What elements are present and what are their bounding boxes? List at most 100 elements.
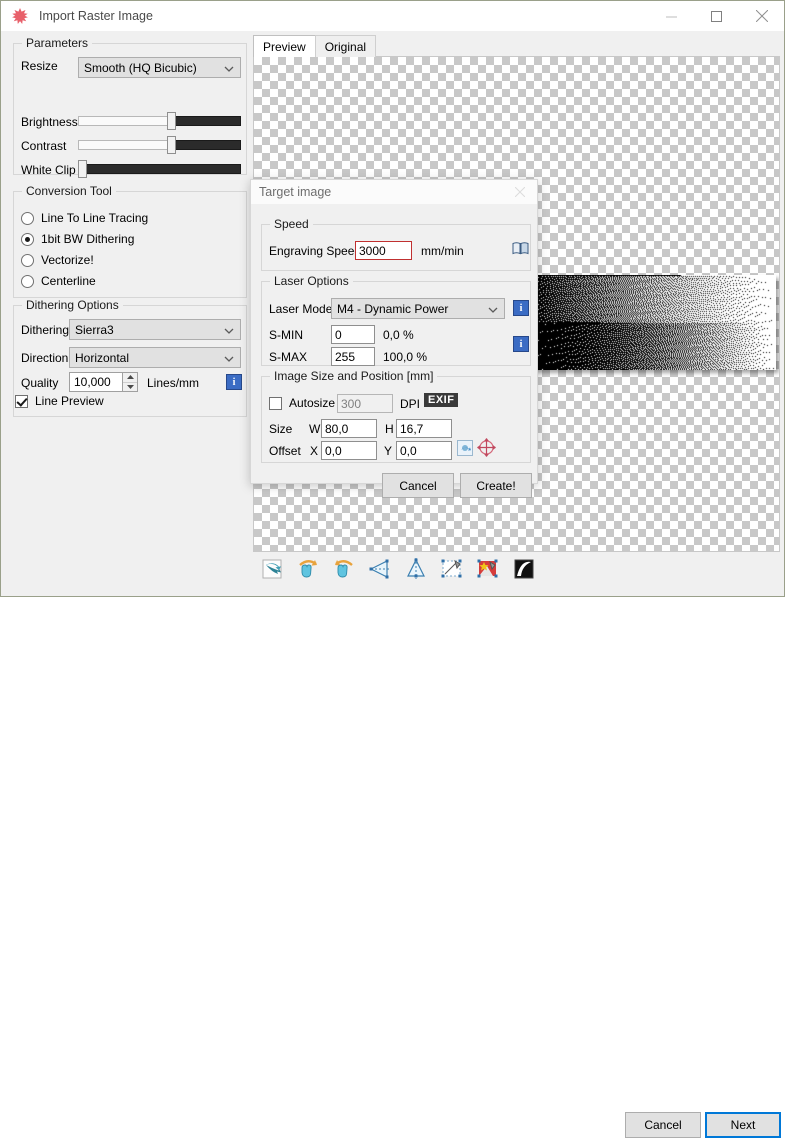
radio-centerline[interactable]: Centerline: [21, 274, 96, 288]
resize-label: Resize: [21, 59, 58, 73]
dialog-close-button[interactable]: [505, 182, 535, 202]
radio-vectorize[interactable]: Vectorize!: [21, 253, 94, 267]
checkbox-indicator: [15, 394, 28, 408]
radio-label: Line To Line Tracing: [41, 211, 149, 225]
brightness-track-right: [171, 116, 241, 126]
line-preview-checkbox[interactable]: Line Preview: [15, 394, 104, 408]
engraving-speed-units: mm/min: [421, 244, 464, 258]
minimize-button[interactable]: [649, 1, 694, 31]
radio-indicator: [21, 274, 34, 288]
brightness-slider[interactable]: [78, 112, 241, 130]
spin-down-icon[interactable]: [123, 383, 137, 392]
white-clip-thumb[interactable]: [78, 160, 87, 178]
crop-icon[interactable]: [439, 556, 465, 582]
maple-leaf-icon: [9, 5, 31, 27]
brightness-label: Brightness: [21, 115, 78, 129]
laser-mode-info-icon[interactable]: i: [513, 300, 529, 316]
dithering-combobox-value: Sierra3: [75, 322, 114, 337]
resize-row: Resize: [21, 59, 58, 73]
offset-y-input[interactable]: 0,0: [396, 441, 452, 460]
engraving-speed-value: 3000: [359, 243, 386, 258]
brightness-track-left: [78, 116, 171, 126]
brightness-thumb[interactable]: [167, 112, 176, 130]
cancel-button[interactable]: Cancel: [625, 1112, 701, 1138]
quality-value[interactable]: 10,000: [69, 372, 123, 392]
height-label: H: [385, 422, 394, 436]
radio-label: 1bit BW Dithering: [41, 232, 135, 246]
lock-aspect-icon[interactable]: [457, 440, 473, 459]
dialog-title: Target image: [259, 185, 332, 199]
dialog-titlebar: Target image: [251, 180, 537, 204]
mirror-vertical-icon[interactable]: [403, 556, 429, 582]
radio-label: Centerline: [41, 274, 96, 288]
offset-y-label: Y: [384, 444, 393, 458]
autosize-checkbox[interactable]: Autosize: [269, 396, 335, 410]
contrast-label: Contrast: [21, 139, 67, 153]
exif-button[interactable]: EXIF: [424, 393, 459, 407]
radio-indicator: [21, 253, 34, 267]
smax-input[interactable]: 255: [331, 347, 375, 366]
speed-group-title: Speed: [270, 217, 313, 231]
tab-original[interactable]: Original: [314, 35, 377, 57]
book-icon[interactable]: [512, 241, 529, 259]
color-adjust-icon[interactable]: [475, 556, 501, 582]
dialog-body: Speed Engraving Speed 3000 mm/min Laser: [251, 204, 537, 498]
dpi-value: 300: [341, 396, 362, 411]
dialog-cancel-label: Cancel: [399, 478, 437, 493]
titlebar: Import Raster Image: [1, 1, 784, 31]
center-target-icon[interactable]: [477, 438, 496, 460]
radio-1bit-bw-dithering[interactable]: 1bit BW Dithering: [21, 232, 134, 246]
laser-mode-combobox[interactable]: M4 - Dynamic Power: [331, 298, 505, 319]
tab-preview[interactable]: Preview: [253, 35, 316, 57]
quality-stepper[interactable]: 10,000: [69, 372, 138, 392]
mirror-horizontal-icon[interactable]: [367, 556, 393, 582]
target-image-dialog: Target image Speed Engraving Speed 3000 …: [250, 179, 538, 498]
image-tools-toolbar: [259, 556, 537, 582]
resize-combobox-value: Smooth (HQ Bicubic): [84, 60, 197, 75]
flip-page-icon[interactable]: [259, 556, 285, 582]
import-raster-image-window: Import Raster Image Parameters Resize Sm…: [0, 0, 785, 1138]
direction-label: Direction: [21, 351, 69, 365]
tab-label: Original: [324, 39, 367, 54]
spin-up-icon[interactable]: [123, 373, 137, 383]
dialog-cancel-button[interactable]: Cancel: [382, 473, 454, 498]
cancel-button-label: Cancel: [644, 1118, 682, 1132]
smin-input[interactable]: 0: [331, 325, 375, 344]
contrast-slider[interactable]: [78, 136, 241, 154]
contrast-thumb[interactable]: [167, 136, 176, 154]
rotate-right-icon[interactable]: [331, 556, 357, 582]
close-button[interactable]: [739, 1, 784, 31]
smin-percent: 0,0 %: [383, 328, 414, 342]
offset-x-value: 0,0: [325, 443, 342, 458]
maximize-button[interactable]: [694, 1, 739, 31]
rotate-left-icon[interactable]: [295, 556, 321, 582]
dithering-combobox[interactable]: Sierra3: [69, 319, 241, 340]
smax-label: S-MAX: [269, 350, 308, 364]
laser-mode-label: Laser Mode: [269, 302, 333, 316]
s-range-info-icon[interactable]: i: [513, 336, 529, 352]
radio-line-to-line-tracing[interactable]: Line To Line Tracing: [21, 211, 148, 225]
tab-label: Preview: [263, 39, 306, 54]
offset-label: Offset: [269, 444, 301, 458]
quality-spin-buttons[interactable]: [123, 372, 138, 392]
direction-combobox[interactable]: Horizontal: [69, 347, 241, 368]
dithering-options-group-title: Dithering Options: [22, 298, 123, 312]
resize-combobox[interactable]: Smooth (HQ Bicubic): [78, 57, 241, 78]
dpi-input[interactable]: 300: [337, 394, 393, 413]
line-preview-label: Line Preview: [35, 394, 104, 408]
white-clip-slider[interactable]: [78, 160, 241, 178]
height-input[interactable]: 16,7: [396, 419, 452, 438]
engraving-speed-input[interactable]: 3000: [355, 241, 412, 260]
left-settings-panel: Parameters Resize Smooth (HQ Bicubic) Br…: [1, 31, 251, 596]
invert-icon[interactable]: [511, 556, 537, 582]
next-button[interactable]: Next: [705, 1112, 781, 1138]
exif-button-label: EXIF: [428, 394, 455, 406]
width-value: 80,0: [325, 421, 349, 436]
contrast-track-left: [78, 140, 171, 150]
width-input[interactable]: 80,0: [321, 419, 377, 438]
dialog-create-button[interactable]: Create!: [460, 473, 532, 498]
quality-info-icon[interactable]: i: [226, 374, 242, 390]
conversion-tool-group-title: Conversion Tool: [22, 184, 116, 198]
offset-x-input[interactable]: 0,0: [321, 441, 377, 460]
width-label: W: [309, 422, 321, 436]
